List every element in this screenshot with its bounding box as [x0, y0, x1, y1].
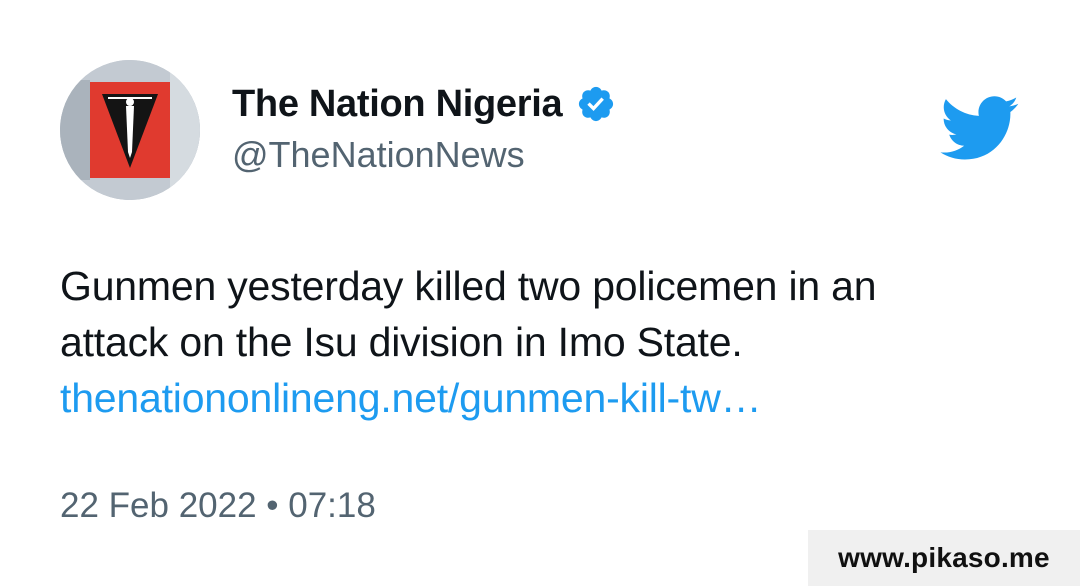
- tweet-card: The Nation Nigeria @TheNationNews Gunmen…: [0, 0, 1080, 586]
- verified-badge-icon: [576, 84, 616, 124]
- watermark: www.pikaso.me: [808, 530, 1080, 586]
- the-nation-logo-icon: [60, 60, 200, 200]
- author-handle[interactable]: @TheNationNews: [232, 134, 525, 176]
- tweet-text-line: Gunmen yesterday killed two policemen in…: [60, 263, 877, 309]
- tweet-text-line: attack on the Isu division in Imo State.: [60, 319, 743, 365]
- author-name-row[interactable]: The Nation Nigeria: [232, 78, 616, 130]
- author-name[interactable]: The Nation Nigeria: [232, 83, 563, 126]
- tweet-text: Gunmen yesterday killed two policemen in…: [60, 258, 1020, 426]
- tweet-timestamp[interactable]: 22 Feb 2022 • 07:18: [60, 486, 376, 526]
- twitter-bird-icon[interactable]: [940, 96, 1020, 162]
- avatar[interactable]: [60, 60, 200, 200]
- tweet-link[interactable]: thenationonlineng.net/gunmen-kill-tw…: [60, 370, 1020, 426]
- watermark-text: www.pikaso.me: [838, 542, 1050, 573]
